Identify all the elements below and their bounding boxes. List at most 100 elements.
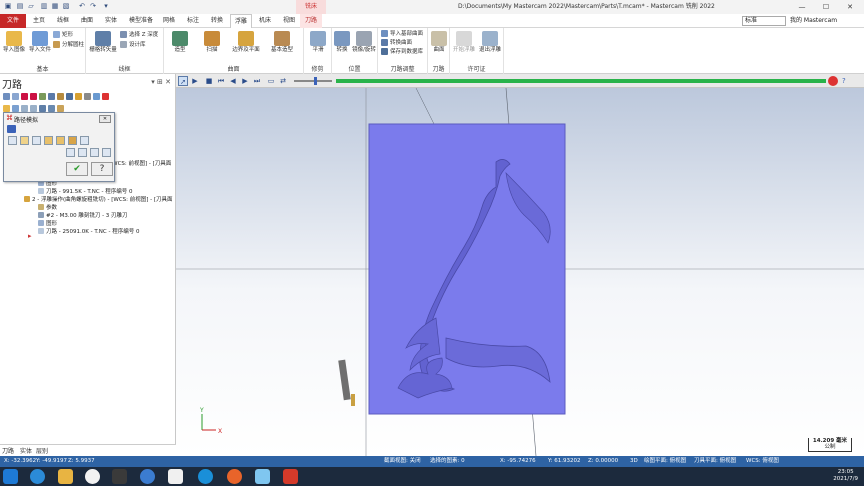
sim-option-7-icon[interactable] <box>80 136 89 145</box>
sim-option-9-icon[interactable] <box>78 148 87 157</box>
mirror-rotate-button[interactable]: 镜像/旋转 <box>351 31 377 54</box>
redo-icon[interactable]: ↷ <box>89 2 97 10</box>
tab-model-prep[interactable]: 模型准备 <box>124 14 158 28</box>
step-forward-icon[interactable]: ▶ <box>240 76 250 86</box>
sketch-x[interactable]: X: -95.74276 <box>500 456 536 467</box>
run-mode-icon[interactable]: ⇄ <box>278 76 288 86</box>
tab-levels-bottom[interactable]: 层别 <box>36 446 48 455</box>
import-file-button[interactable]: 导入文件 <box>28 31 52 54</box>
stop-icon[interactable]: ■ <box>204 76 214 86</box>
sweep-button[interactable]: 扫描 <box>200 31 224 54</box>
ie-icon[interactable] <box>30 469 45 484</box>
expand-icon[interactable] <box>7 125 16 133</box>
rewind-icon[interactable]: ⏮ <box>216 76 226 86</box>
app-icon[interactable] <box>168 469 183 484</box>
post-icon[interactable] <box>66 93 73 100</box>
print-preview-icon[interactable]: ▧ <box>62 2 70 10</box>
system-clock[interactable]: 23:05 2021/7/9 <box>833 469 858 483</box>
tab-mesh[interactable]: 网格 <box>158 14 180 28</box>
toggle-display-icon[interactable] <box>3 105 10 112</box>
help-icon[interactable]: ? <box>842 76 852 86</box>
simulation-progress-bar[interactable] <box>336 79 826 83</box>
maximize-button[interactable]: ☐ <box>814 0 838 14</box>
save-as-icon[interactable]: ▦ <box>51 2 59 10</box>
open-icon[interactable]: ▱ <box>27 2 35 10</box>
my-mastercam-link[interactable]: 我的 Mastercam <box>790 14 837 28</box>
import-base-surface-button[interactable]: 导入基部曲面 <box>381 30 423 39</box>
tree-op2-header[interactable]: 2 - 浮雕操作(曲角螺旋粗铣切) - [WCS: 前视图] - [刀具面 <box>24 196 173 204</box>
record-icon[interactable] <box>828 76 838 86</box>
start-relief-button[interactable]: 开始浮雕 <box>451 31 477 54</box>
tab-solids[interactable]: 实体 <box>100 14 122 28</box>
tab-file[interactable]: 文件 <box>0 14 26 28</box>
sim-option-3-icon[interactable] <box>32 136 41 145</box>
sketch-y[interactable]: Y: 61.93202 <box>548 456 580 467</box>
sim-option-8-icon[interactable] <box>66 148 75 157</box>
section-view-status[interactable]: 截面视图: 关闭 <box>384 456 421 467</box>
toggle-posting-icon[interactable] <box>12 105 19 112</box>
tool-plane[interactable]: 刀具平面: 俯视图 <box>694 456 736 467</box>
scroll-icon[interactable] <box>48 105 55 112</box>
construction-plane[interactable]: 绘图平面: 俯视图 <box>644 456 686 467</box>
transform-button[interactable]: 转换 <box>333 31 351 54</box>
simulate-icon[interactable] <box>57 93 64 100</box>
file-explorer-icon[interactable] <box>58 469 73 484</box>
move-down-icon[interactable] <box>21 105 28 112</box>
regenerate-icon[interactable] <box>21 93 28 100</box>
save-icon[interactable]: ▤ <box>16 2 24 10</box>
style-select[interactable]: 标准 <box>742 16 786 26</box>
undo-icon[interactable]: ↶ <box>78 2 86 10</box>
close-button[interactable]: ✕ <box>838 0 862 14</box>
graphics-viewport[interactable]: Y X 14.209 毫米 公制 <box>176 88 864 456</box>
tree-op1-toolpath[interactable]: 刀路 - 991.5K - T.NC - 程序编号 0 <box>38 188 132 196</box>
camera-icon[interactable] <box>112 469 127 484</box>
sim-option-1-icon[interactable] <box>8 136 17 145</box>
media-player-icon[interactable] <box>85 469 100 484</box>
tab-view[interactable]: 视图 <box>278 14 300 28</box>
tab-relief[interactable]: 浮雕 <box>230 14 252 28</box>
mastercam-taskbar-icon[interactable] <box>283 469 298 484</box>
tree-op2-toolpath[interactable]: 刀路 - 25091.0K - T.NC - 程序编号 0 <box>38 228 139 236</box>
tree-op2-geometry[interactable]: 图形 <box>38 220 57 228</box>
rectangle-button[interactable]: 矩形 <box>53 31 73 40</box>
network-icon[interactable] <box>140 469 155 484</box>
tree-op2-tool[interactable]: #2 - M3.00 雕刻铣刀 - 3 刃雕刀 <box>38 212 128 220</box>
regenerate-dirty-icon[interactable] <box>30 93 37 100</box>
tab-surfaces[interactable]: 曲面 <box>76 14 98 28</box>
tab-home[interactable]: 主页 <box>28 14 50 28</box>
smooth-button[interactable]: 平滑 <box>306 31 330 54</box>
sim-option-5-icon[interactable] <box>56 136 65 145</box>
move-up-icon[interactable] <box>30 105 37 112</box>
help-button[interactable]: ? <box>91 162 113 176</box>
tab-solids-bottom[interactable]: 实体 <box>20 446 32 455</box>
wcs-status[interactable]: WCS: 俯视图 <box>746 456 779 467</box>
mode-3d[interactable]: 3D <box>630 456 638 467</box>
delete-icon[interactable] <box>84 93 91 100</box>
select-invalid-icon[interactable] <box>12 93 19 100</box>
select-z-depth-button[interactable]: 选择 Z 深度 <box>120 31 158 40</box>
verify-icon[interactable] <box>48 93 55 100</box>
save-to-database-button[interactable]: 保存到数据库 <box>381 48 423 57</box>
help-icon[interactable] <box>102 93 109 100</box>
tab-toolpaths[interactable]: 刀路 <box>300 14 322 28</box>
speed-slider-track[interactable] <box>294 80 332 82</box>
play-icon[interactable]: ▶ <box>190 76 200 86</box>
tab-toolpaths-bottom[interactable]: 刀路 <box>2 446 14 455</box>
explode-cylinder-button[interactable]: 分解圆柱 <box>53 41 84 50</box>
capture-icon[interactable] <box>255 469 270 484</box>
tab-wireframe[interactable]: 线框 <box>52 14 74 28</box>
lock-icon[interactable] <box>93 93 100 100</box>
insert-arrow-icon[interactable] <box>39 105 46 112</box>
surface-toolpath-button[interactable]: 曲面 <box>429 31 449 54</box>
customize-dropdown-icon[interactable]: ▾ <box>102 2 110 10</box>
panel-controls[interactable]: ▾ ⊞ ✕ <box>151 78 171 86</box>
sim-option-6-icon[interactable] <box>68 136 77 145</box>
sim-option-4-icon[interactable] <box>44 136 53 145</box>
boundary-plane-button[interactable]: 边界及平面 <box>228 31 264 54</box>
select-all-icon[interactable] <box>3 93 10 100</box>
raster-to-vector-button[interactable]: 栅格转矢量 <box>88 31 118 54</box>
convert-surface-button[interactable]: 转换曲面 <box>381 39 412 48</box>
tab-machine[interactable]: 机床 <box>254 14 276 28</box>
firefox-icon[interactable] <box>227 469 242 484</box>
minimize-button[interactable]: — <box>790 0 814 14</box>
